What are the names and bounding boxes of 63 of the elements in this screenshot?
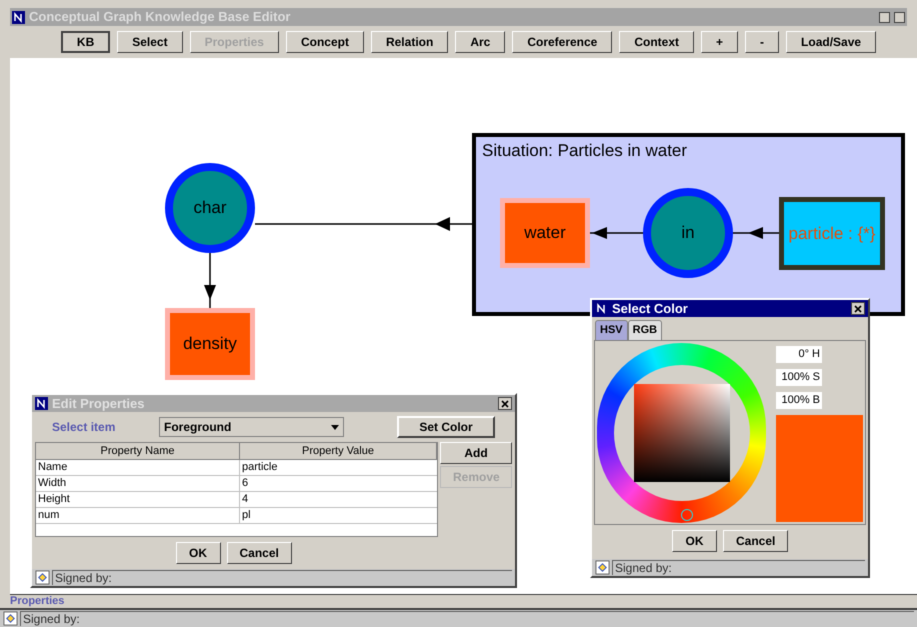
toolbar-button[interactable]: Context	[619, 31, 694, 53]
arc-arrow[interactable]	[204, 253, 216, 308]
close-button[interactable]	[851, 302, 865, 315]
dialog-button[interactable]: Set Color	[397, 416, 495, 438]
status-text: Signed by:	[20, 611, 914, 626]
arc-arrow[interactable]	[255, 217, 472, 231]
dialog-title: Select Color	[612, 300, 689, 318]
concept-node[interactable]: water	[500, 198, 590, 268]
status-text: Signed by:	[52, 570, 512, 585]
toolbar-button[interactable]: Concept	[286, 31, 364, 53]
toolbar-button[interactable]: Relation	[370, 31, 448, 53]
arc-arrow[interactable]	[590, 227, 643, 239]
dialog-title: Edit Properties	[52, 394, 146, 413]
status-text: Signed by:	[612, 560, 865, 575]
context-title: Situation: Particles in water	[482, 140, 688, 162]
table-cell-text: 6	[241, 476, 250, 491]
value-field[interactable]: 100% B	[776, 392, 822, 409]
table-cell: Width	[36, 476, 240, 491]
toolbar-button[interactable]: KB	[60, 31, 110, 53]
table-cell-text: pl	[241, 508, 252, 523]
app-logo-icon	[35, 397, 48, 410]
window-title: Conceptual Graph Knowledge Base Editor	[29, 8, 292, 26]
dialog-button[interactable]: OK	[176, 542, 220, 564]
app-logo-icon	[12, 10, 25, 24]
certificate-icon	[595, 560, 610, 575]
concept-node[interactable]: density	[165, 308, 255, 380]
toolbar-button[interactable]: Select	[117, 31, 183, 53]
table-cell-text: particle	[241, 460, 278, 475]
select-item-label: Select item	[52, 419, 116, 436]
hue-handle-icon[interactable]	[681, 509, 693, 521]
table-cell-text: 4	[241, 492, 250, 507]
minimize-icon[interactable]	[879, 12, 890, 22]
dialog-button[interactable]: Cancel	[226, 542, 292, 564]
toolbar-button[interactable]: Arc	[455, 31, 506, 53]
close-icon	[501, 400, 509, 408]
value-field[interactable]: 100% S	[776, 369, 822, 386]
maximize-icon[interactable]	[894, 12, 905, 22]
table-cell: Height	[36, 492, 240, 507]
toolbar-button[interactable]: Load/Save	[786, 31, 876, 53]
toolbar-button[interactable]: Coreference	[512, 31, 612, 53]
certificate-icon	[35, 570, 50, 585]
saturation-brightness-square[interactable]	[634, 384, 730, 482]
hue-ring[interactable]	[597, 343, 766, 523]
arc-arrow[interactable]	[733, 227, 779, 239]
dialog-button[interactable]: Add	[440, 442, 512, 464]
dialog-button[interactable]: OK	[672, 530, 717, 552]
close-button[interactable]	[498, 397, 512, 410]
item-dropdown[interactable]: Foreground	[159, 417, 344, 437]
properties-label: Properties	[9, 595, 66, 608]
relation-node[interactable]: char	[165, 163, 255, 253]
tab[interactable]: HSV	[595, 320, 628, 340]
close-icon	[854, 304, 862, 312]
column-header: Property Value	[240, 443, 437, 460]
table-cell: num	[36, 508, 240, 523]
tab[interactable]: RGB	[628, 320, 662, 340]
dropdown-caret-icon	[331, 424, 339, 430]
toolbar-button[interactable]: +	[701, 31, 738, 53]
column-header: Property Name	[36, 443, 240, 460]
certificate-icon	[3, 611, 18, 626]
value-field[interactable]: 0° H	[776, 346, 822, 363]
table-cell: Name	[36, 460, 240, 475]
toolbar-button[interactable]: -	[745, 31, 780, 53]
dialog-button[interactable]: Cancel	[723, 530, 788, 552]
